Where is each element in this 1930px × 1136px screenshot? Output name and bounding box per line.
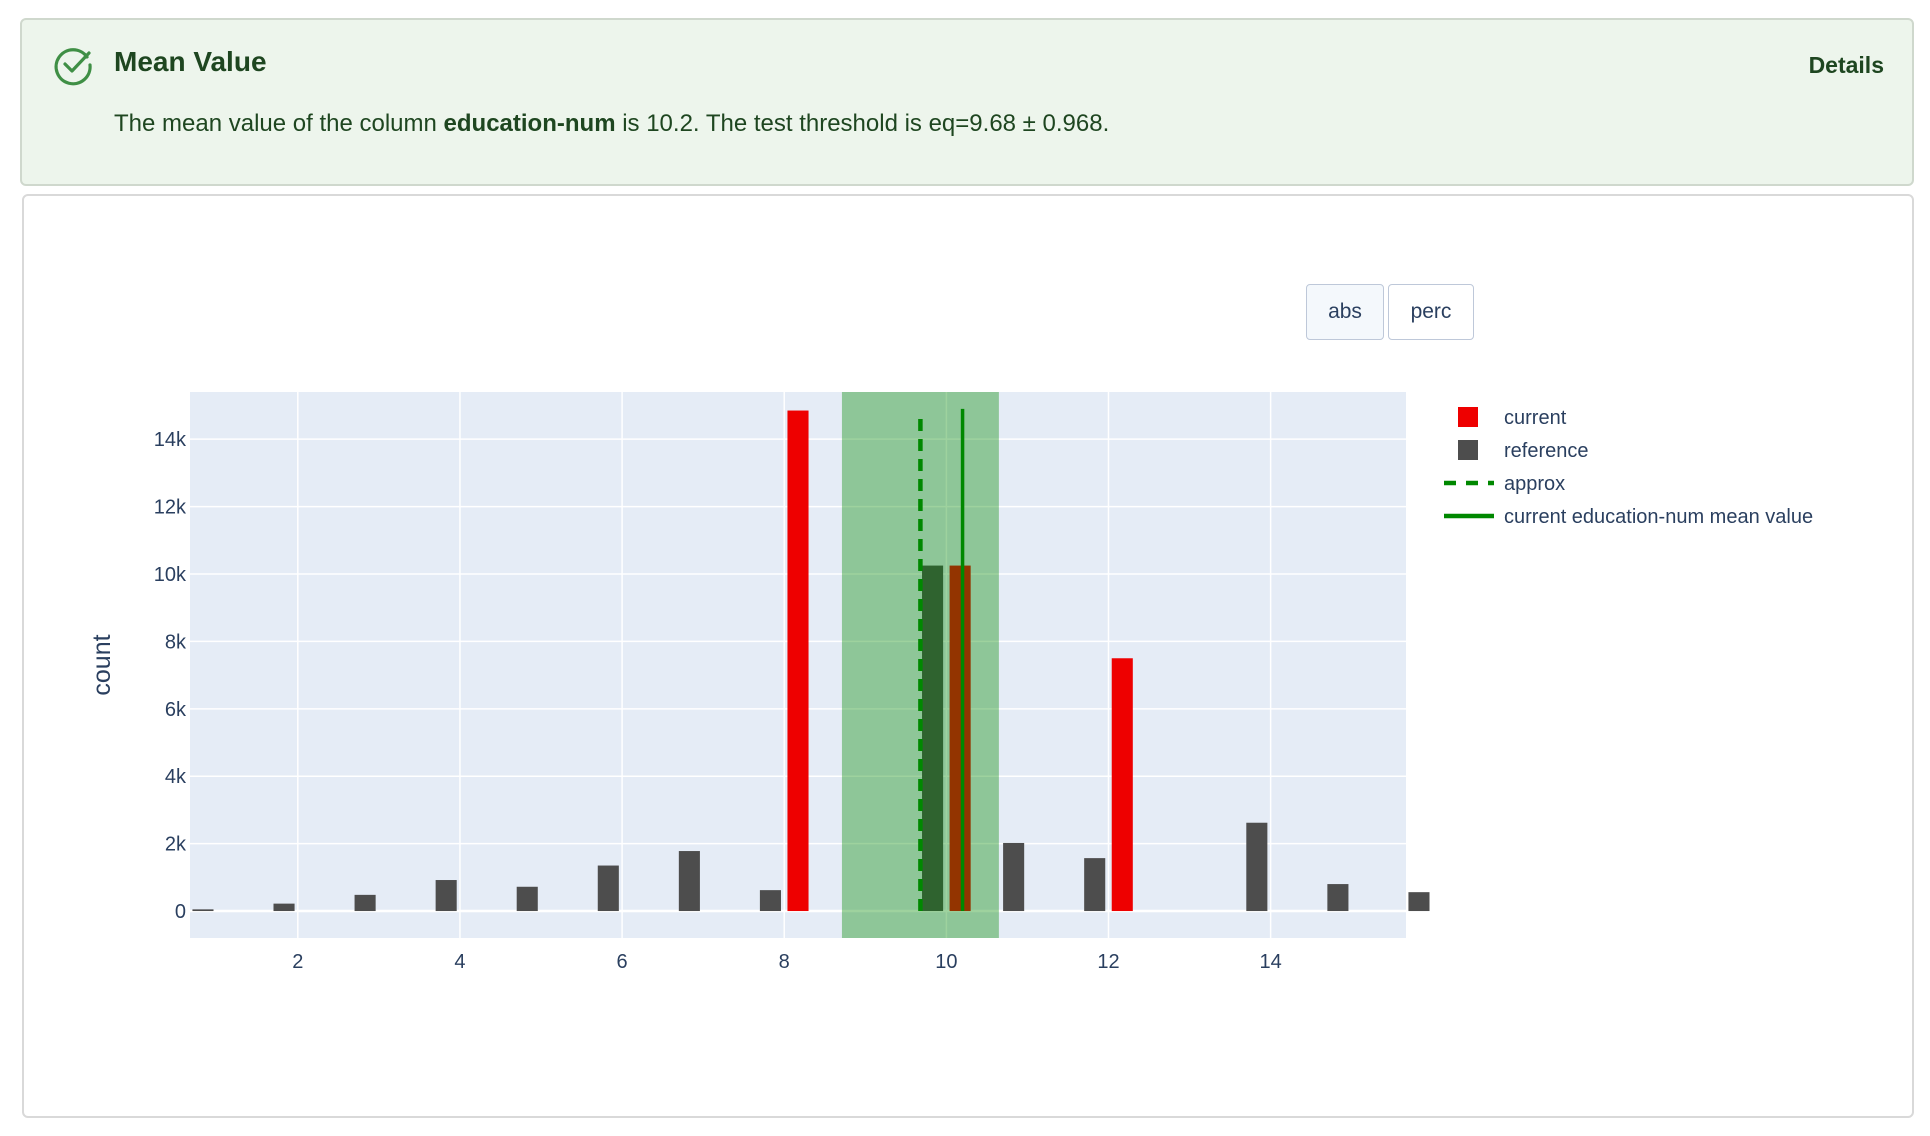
reference-bar xyxy=(1327,884,1349,912)
y-axis-title: count xyxy=(88,634,116,695)
y-tick-label: 14k xyxy=(154,429,187,451)
reference-bar xyxy=(1003,842,1025,912)
x-tick-label: 8 xyxy=(779,951,790,973)
reference-bar xyxy=(1408,892,1430,912)
histogram-chart: 0 2k 4k 6k 8k 10k 12k 14k 2 4 6 8 10 12 14 count current… xyxy=(88,392,1813,973)
y-tick-label: 12k xyxy=(154,497,187,519)
legend-label: current xyxy=(1504,407,1567,429)
reference-bar xyxy=(1246,822,1268,912)
y-tick-label: 6k xyxy=(165,699,187,721)
reference-bar xyxy=(354,894,376,912)
current-bar xyxy=(787,410,809,912)
y-tick-label: 2k xyxy=(165,834,187,856)
reference-bar xyxy=(273,903,295,912)
reference-bar xyxy=(678,851,700,912)
y-tick-label: 4k xyxy=(165,766,187,788)
x-tick-label: 4 xyxy=(454,951,465,973)
reference-bar xyxy=(1084,858,1106,912)
x-tick-label: 12 xyxy=(1097,951,1119,973)
current-bar xyxy=(1111,658,1133,912)
y-tick-label: 8k xyxy=(165,631,187,653)
reference-bar xyxy=(516,886,538,912)
reference-bar xyxy=(597,865,619,912)
reference-bar xyxy=(435,880,457,912)
legend-swatch xyxy=(1458,440,1478,460)
reference-bar xyxy=(759,890,781,912)
legend-label: reference xyxy=(1504,440,1589,462)
legend-swatch xyxy=(1458,407,1478,427)
legend-label: approx xyxy=(1504,473,1565,495)
x-tick-label: 10 xyxy=(935,951,957,973)
y-tick-label: 0 xyxy=(175,901,186,923)
reference-bar xyxy=(192,909,214,912)
x-tick-label: 2 xyxy=(292,951,303,973)
x-tick-label: 6 xyxy=(617,951,628,973)
x-tick-label: 14 xyxy=(1259,951,1281,973)
legend-label: current education-num mean value xyxy=(1504,506,1813,528)
y-tick-label: 10k xyxy=(154,564,187,586)
